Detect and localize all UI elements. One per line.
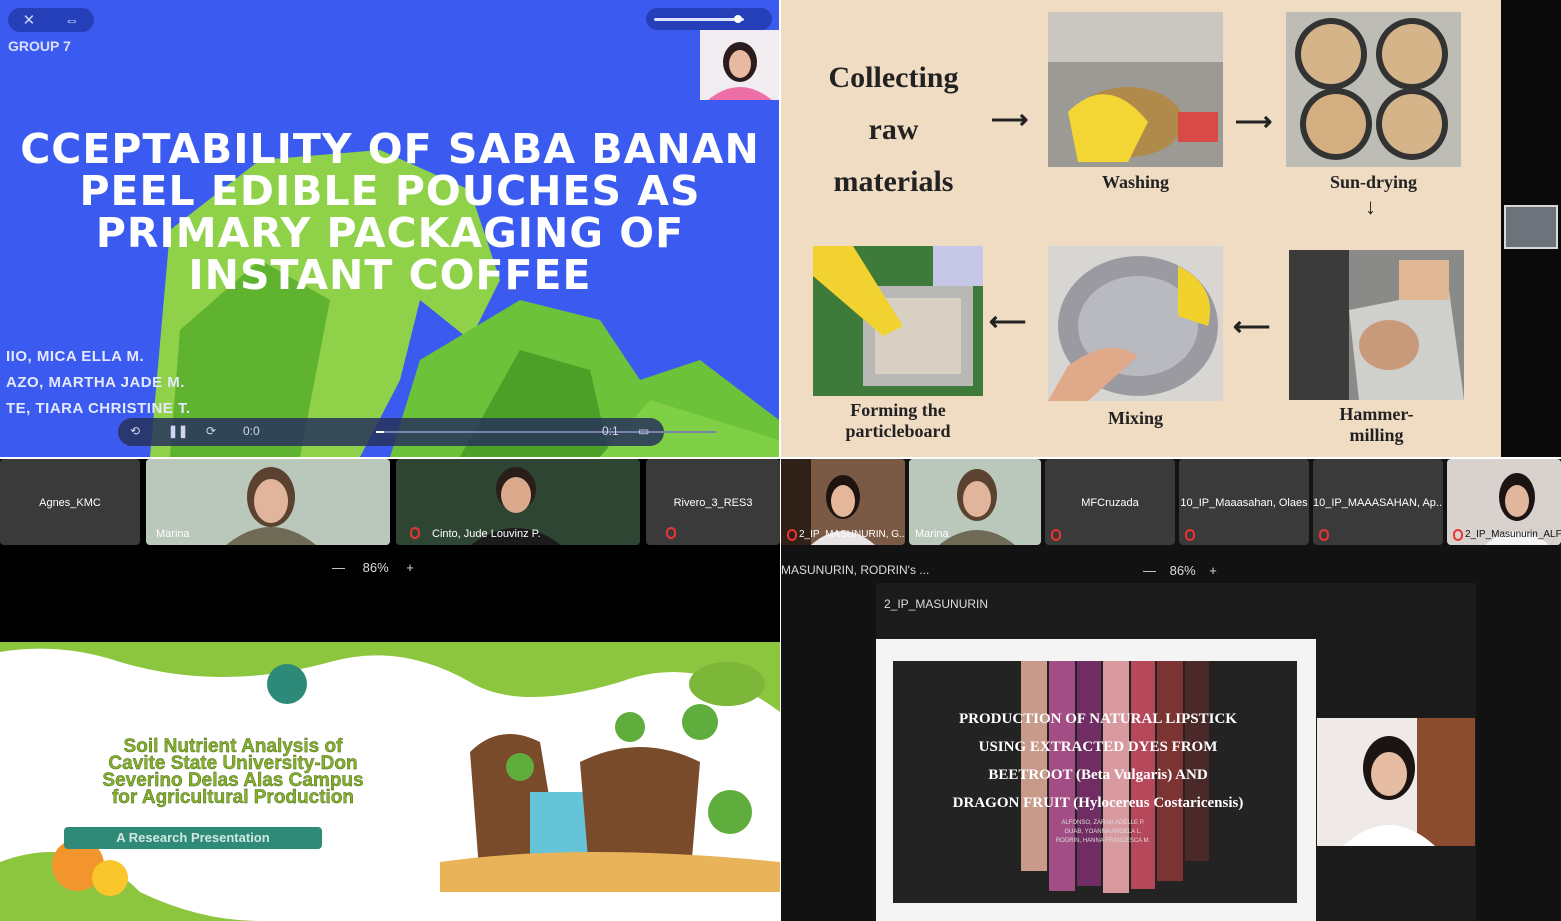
pip-icon[interactable]: ⇔	[64, 12, 79, 29]
participant-tile[interactable]: 10_IP_MAAASAHAN, Ap...	[1313, 459, 1443, 545]
mic-muted-icon	[1185, 529, 1195, 541]
zoom-level: 86%	[362, 560, 389, 575]
zoom-controls[interactable]: — 86% +	[332, 560, 414, 575]
mic-muted-icon	[1051, 529, 1061, 541]
arrow-left-icon: ⟵	[1233, 311, 1271, 341]
presenter-webcam	[700, 30, 779, 100]
slide-content: PRODUCTION OF NATURAL LIPSTICK USING EXT…	[893, 661, 1297, 903]
zoom-out-button[interactable]: —	[332, 560, 345, 575]
presenter-webcam	[1317, 718, 1475, 846]
time-left: 0:0	[243, 424, 260, 438]
zoom-controls[interactable]: — 86% +	[1143, 563, 1217, 578]
presenter-avatar	[1317, 718, 1475, 846]
participant-tile[interactable]: Cinto, Jude Louvinz P.	[396, 459, 640, 545]
arrow-down-icon: ↓	[1365, 194, 1376, 219]
mic-muted-icon	[410, 527, 420, 539]
hammer-milling-label: Hammer- milling	[1339, 404, 1414, 445]
washing-photo	[1048, 12, 1223, 167]
forming-photo	[813, 246, 983, 396]
share-title: 2_IP_MASUNURIN	[884, 597, 989, 611]
mic-muted-icon	[787, 529, 797, 541]
lipstick-slide: PRODUCTION OF NATURAL LIPSTICK USING EXT…	[876, 639, 1316, 921]
meeting-window-soil-analysis: Agnes_KMC Marina Cinto, Jude Louvinz P. …	[0, 459, 780, 921]
rewind-icon[interactable]: ⟲	[130, 424, 140, 438]
time-right: 0:1	[602, 424, 619, 438]
mic-muted-icon	[1453, 529, 1463, 541]
side-participant-thumbnail[interactable]	[1504, 205, 1558, 249]
slide-title: CCEPTABILITY OF SABA BANAN PEEL EDIBLE P…	[20, 125, 760, 299]
mixing-label: Mixing	[1107, 408, 1163, 428]
sun-drying-photo	[1286, 12, 1461, 167]
seek-progress	[376, 431, 384, 433]
pause-icon[interactable]: ❚❚	[168, 424, 188, 438]
close-icon[interactable]: ✕	[23, 11, 36, 29]
slide-title: Soil Nutrient Analysis of Cavite State U…	[102, 736, 364, 808]
group-label: GROUP 7	[8, 38, 71, 54]
arrow-left-icon: ⟵	[989, 306, 1027, 336]
participant-tile[interactable]: MFCruzada	[1045, 459, 1175, 545]
arrow-right-icon: ⟶	[991, 104, 1029, 134]
volume-slider[interactable]	[646, 8, 772, 30]
soil-analysis-slide: Soil Nutrient Analysis of Cavite State U…	[0, 642, 780, 921]
participant-strip: Agnes_KMC Marina Cinto, Jude Louvinz P. …	[0, 459, 780, 545]
video-controls-top[interactable]: ✕ ⇔	[8, 8, 94, 32]
zoom-in-button[interactable]: +	[1209, 563, 1217, 578]
zoom-out-button[interactable]: —	[1143, 563, 1156, 578]
participant-tile[interactable]: Agnes_KMC	[0, 459, 140, 545]
mic-muted-icon	[666, 527, 676, 539]
collecting-raw-materials-label: Collecting raw materials	[828, 61, 959, 198]
presenter-avatar	[700, 30, 779, 100]
presentation-video-saba-banana: ✕ ⇔ GROUP 7 CCEPTABILITY OF SABA BANAN P…	[0, 0, 779, 457]
slide-title: PRODUCTION OF NATURAL LIPSTICK USING EXT…	[952, 711, 1244, 811]
video-player-bar[interactable]: ⟲ ❚❚ ⟳ 0:0 0:1 ▭	[118, 418, 716, 446]
presentation-particleboard-process: Collecting raw materials ⟶ Washing ⟶ Sun…	[781, 0, 1561, 457]
participant-tile[interactable]: Marina	[146, 459, 390, 545]
research-presentation-banner: A Research Presentation	[64, 827, 322, 849]
process-slide: Collecting raw materials ⟶ Washing ⟶ Sun…	[781, 0, 1501, 457]
seek-bar[interactable]	[376, 431, 716, 433]
washing-label: Washing	[1101, 172, 1170, 192]
meeting-window-lipstick: 2_IP_MASUNURIN, G... Marina MFCruzada 10…	[781, 459, 1561, 921]
sun-drying-label: Sun-drying	[1329, 172, 1418, 192]
participant-tile[interactable]: 2_IP_MASUNURIN, G...	[781, 459, 905, 545]
participant-strip: 2_IP_MASUNURIN, G... Marina MFCruzada 10…	[781, 459, 1561, 545]
arrow-right-icon: ⟶	[1235, 106, 1273, 136]
participant-tile[interactable]: 10_IP_Maaasahan, Olaes	[1179, 459, 1309, 545]
zoom-level: 86%	[1169, 563, 1196, 578]
participant-tile[interactable]: Rivero_3_RES3	[646, 459, 780, 545]
slide-authors: ALFONSO, ZARAH ADELLE P. GUAB, YOANNA AN…	[1055, 820, 1151, 844]
share-owner-label: MASUNURIN, RODRIN's ...	[781, 563, 930, 577]
participant-tile[interactable]: Marina	[909, 459, 1041, 545]
cast-icon[interactable]: ▭	[638, 424, 649, 438]
participant-tile[interactable]: 2_IP_Masunurin_ALF...	[1447, 459, 1561, 545]
mixing-photo	[1048, 246, 1223, 401]
forming-particleboard-label: Forming the particleboard	[845, 400, 951, 441]
slide-authors: IIO, MICA ELLA M. AZO, MARTHA JADE M. TE…	[6, 348, 191, 417]
zoom-in-button[interactable]: +	[406, 560, 414, 575]
forward-icon[interactable]: ⟳	[206, 424, 216, 438]
mic-muted-icon	[1319, 529, 1329, 541]
hammer-milling-photo	[1289, 250, 1464, 400]
